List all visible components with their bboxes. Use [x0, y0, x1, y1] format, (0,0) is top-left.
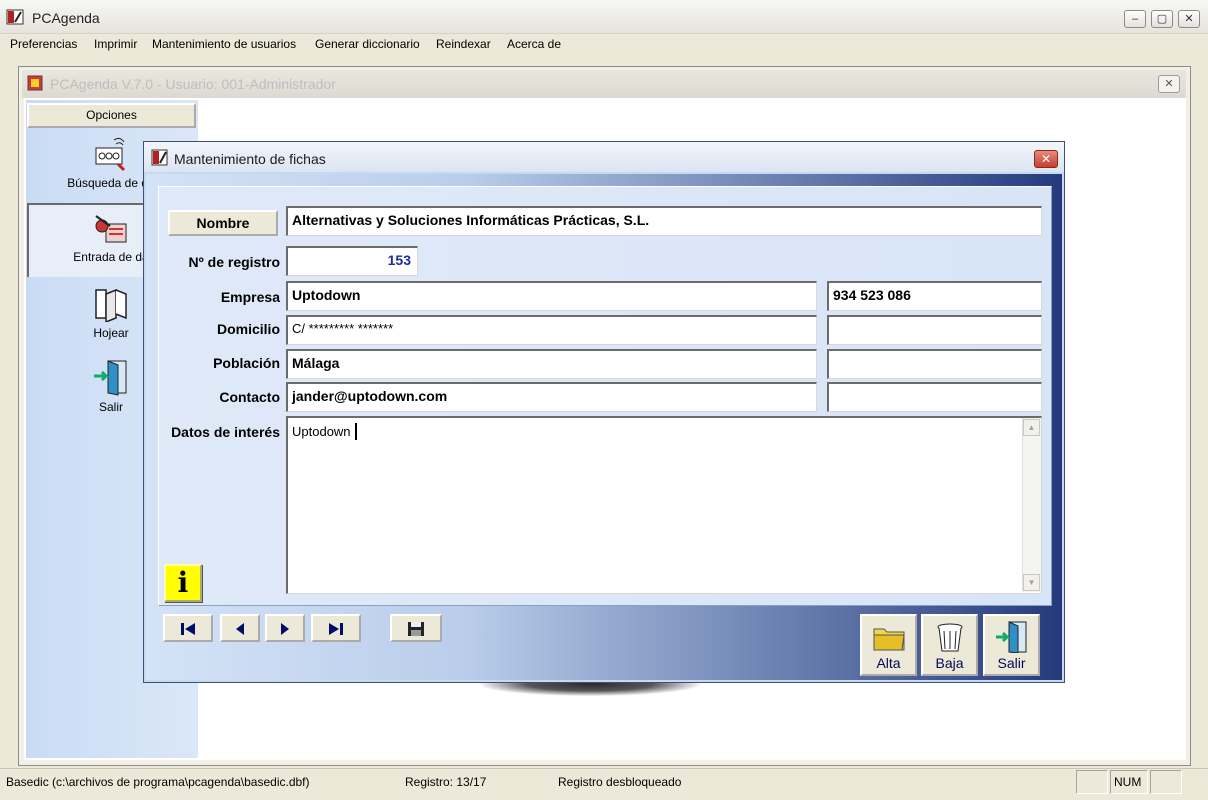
dialog-title: Mantenimiento de fichas — [174, 151, 326, 167]
close-button[interactable]: ✕ — [1178, 10, 1200, 28]
options-header-button[interactable]: Opciones — [27, 103, 196, 128]
exit-door-icon — [995, 621, 1026, 653]
salir-label: Salir — [997, 655, 1026, 671]
pcagenda-app-icon — [6, 9, 24, 25]
minimize-button[interactable]: – — [1124, 10, 1146, 28]
alta-label: Alta — [876, 655, 901, 671]
menu-reindexar[interactable]: Reindexar — [436, 37, 491, 51]
first-record-icon — [181, 622, 195, 635]
data-entry-icon — [95, 215, 127, 243]
empresa-field[interactable]: Uptodown — [286, 281, 817, 311]
next-record-button[interactable] — [265, 614, 305, 642]
menu-acerca-de[interactable]: Acerca de — [507, 37, 561, 51]
book-icon — [95, 288, 127, 322]
registro-label: Nº de registro — [188, 254, 280, 270]
poblacion-field[interactable]: Málaga — [286, 349, 817, 379]
dialog-app-icon — [151, 149, 168, 166]
contacto-label: Contacto — [219, 389, 280, 405]
folder-icon — [873, 628, 905, 651]
status-cell-caps — [1076, 770, 1108, 794]
mdi-app-icon — [27, 75, 43, 91]
status-lock-state: Registro desbloqueado — [558, 775, 682, 789]
registro-field[interactable]: 153 — [286, 246, 418, 276]
scroll-down-arrow-icon[interactable]: ▼ — [1023, 574, 1040, 591]
nombre-field[interactable]: Alternativas y Soluciones Informáticas P… — [286, 206, 1042, 236]
datos-scrollbar[interactable] — [1022, 418, 1041, 592]
window-title: PCAgenda — [32, 10, 100, 26]
contacto-extra-field[interactable] — [827, 382, 1042, 412]
domicilio-label: Domicilio — [216, 321, 280, 337]
floppy-disk-icon — [408, 621, 424, 636]
option-entrada-label: Entrada de da — [73, 250, 149, 264]
status-cell-scroll — [1150, 770, 1182, 794]
option-busqueda-label: Búsqueda de da — [67, 176, 155, 190]
datos-textarea[interactable] — [286, 416, 1042, 594]
nombre-button[interactable]: Nombre — [168, 210, 278, 236]
poblacion-label: Población — [213, 355, 280, 371]
text-caret — [355, 423, 357, 440]
poblacion-extra-field[interactable] — [827, 349, 1042, 379]
exit-door-icon — [94, 360, 127, 396]
previous-record-icon — [236, 622, 244, 635]
status-record-position: Registro: 13/17 — [405, 775, 487, 789]
contacto-field[interactable]: jander@uptodown.com — [286, 382, 817, 412]
info-button[interactable]: i — [164, 564, 202, 602]
baja-button[interactable]: Baja — [921, 614, 978, 676]
salir-button[interactable]: Salir — [983, 614, 1040, 676]
first-record-button[interactable] — [163, 614, 213, 642]
next-record-icon — [281, 622, 289, 635]
mdi-close-button[interactable]: ✕ — [1158, 75, 1180, 93]
maximize-button[interactable]: ▢ — [1151, 10, 1173, 28]
last-record-icon — [329, 622, 343, 635]
previous-record-button[interactable] — [220, 614, 260, 642]
menu-preferencias[interactable]: Preferencias — [10, 37, 77, 51]
status-num-indicator: NUM — [1110, 770, 1148, 794]
mdi-title: PCAgenda V.7.0 - Usuario: 001-Administra… — [50, 76, 336, 92]
search-records-icon — [95, 137, 126, 172]
domicilio-field[interactable]: C/ ********* ******* — [286, 315, 817, 345]
window-title-bar — [0, 0, 1208, 34]
menu-imprimir[interactable]: Imprimir — [94, 37, 137, 51]
scroll-up-arrow-icon[interactable]: ▲ — [1023, 419, 1040, 436]
trash-can-icon — [937, 623, 962, 652]
dialog-close-button[interactable]: ✕ — [1034, 150, 1058, 168]
option-salir-label: Salir — [98, 400, 123, 414]
empresa-label: Empresa — [220, 289, 280, 305]
baja-label: Baja — [935, 655, 964, 671]
menu-generar-diccionario[interactable]: Generar diccionario — [315, 37, 420, 51]
save-button[interactable] — [390, 614, 442, 642]
telefono-field[interactable]: 934 523 086 — [827, 281, 1042, 311]
option-hojear-label: Hojear — [93, 326, 129, 340]
datos-label: Datos de interés — [171, 424, 280, 440]
domicilio-extra-field[interactable] — [827, 315, 1042, 345]
datos-text: Uptodown — [292, 424, 351, 439]
last-record-button[interactable] — [311, 614, 361, 642]
menu-mantenimiento-usuarios[interactable]: Mantenimiento de usuarios — [152, 37, 296, 51]
alta-button[interactable]: Alta — [860, 614, 917, 676]
status-database-path: Basedic (c:\archivos de programa\pcagend… — [6, 775, 310, 789]
